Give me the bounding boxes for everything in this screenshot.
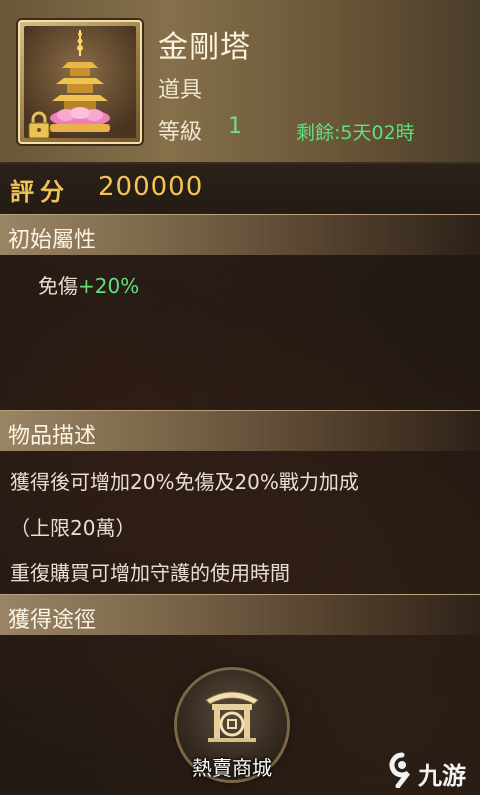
description-line: 獲得後可增加20%免傷及20%戰力加成 bbox=[10, 470, 359, 494]
item-name: 金剛塔 bbox=[158, 30, 251, 65]
level-label: 等級 bbox=[158, 120, 203, 145]
lock-icon bbox=[26, 110, 52, 140]
score-value: 200000 bbox=[98, 172, 204, 202]
item-header: 金剛塔 道具 等級 1 剩餘:5天02時 bbox=[0, 0, 480, 164]
score-row: 評分 200000 bbox=[0, 164, 480, 208]
description-line: 重復購買可增加守護的使用時間 bbox=[10, 561, 290, 585]
nine-game-logo-icon bbox=[389, 752, 410, 789]
section-title: 物品描述 bbox=[8, 424, 97, 449]
shop-gate-icon bbox=[200, 682, 264, 746]
attribute-row: 免傷+20% bbox=[38, 270, 139, 299]
attribute-name: 免傷 bbox=[38, 274, 78, 298]
item-type: 道具 bbox=[158, 78, 203, 103]
score-label: 評分 bbox=[10, 178, 70, 206]
remaining-time: 剩餘:5天02時 bbox=[296, 122, 415, 144]
item-icon-frame[interactable] bbox=[18, 20, 142, 144]
shop-label: 熱賣商城 bbox=[192, 756, 272, 780]
section-initial-attributes: 初始屬性 bbox=[0, 214, 480, 255]
description-line: （上限20萬） bbox=[10, 516, 136, 540]
level-value: 1 bbox=[228, 114, 242, 139]
watermark: 九游 bbox=[388, 752, 478, 792]
section-description: 物品描述 bbox=[0, 410, 480, 451]
item-detail-panel: 金剛塔 道具 等級 1 剩餘:5天02時 評分 200000 初始屬性 免傷+2… bbox=[0, 0, 480, 795]
hot-shop-button[interactable]: 熱賣商城 bbox=[177, 670, 287, 780]
section-title: 獲得途徑 bbox=[8, 608, 97, 633]
section-title: 初始屬性 bbox=[8, 228, 97, 253]
section-acquisition: 獲得途徑 bbox=[0, 594, 480, 635]
attribute-value: +20% bbox=[78, 274, 140, 298]
watermark-text: 九游 bbox=[418, 762, 466, 790]
